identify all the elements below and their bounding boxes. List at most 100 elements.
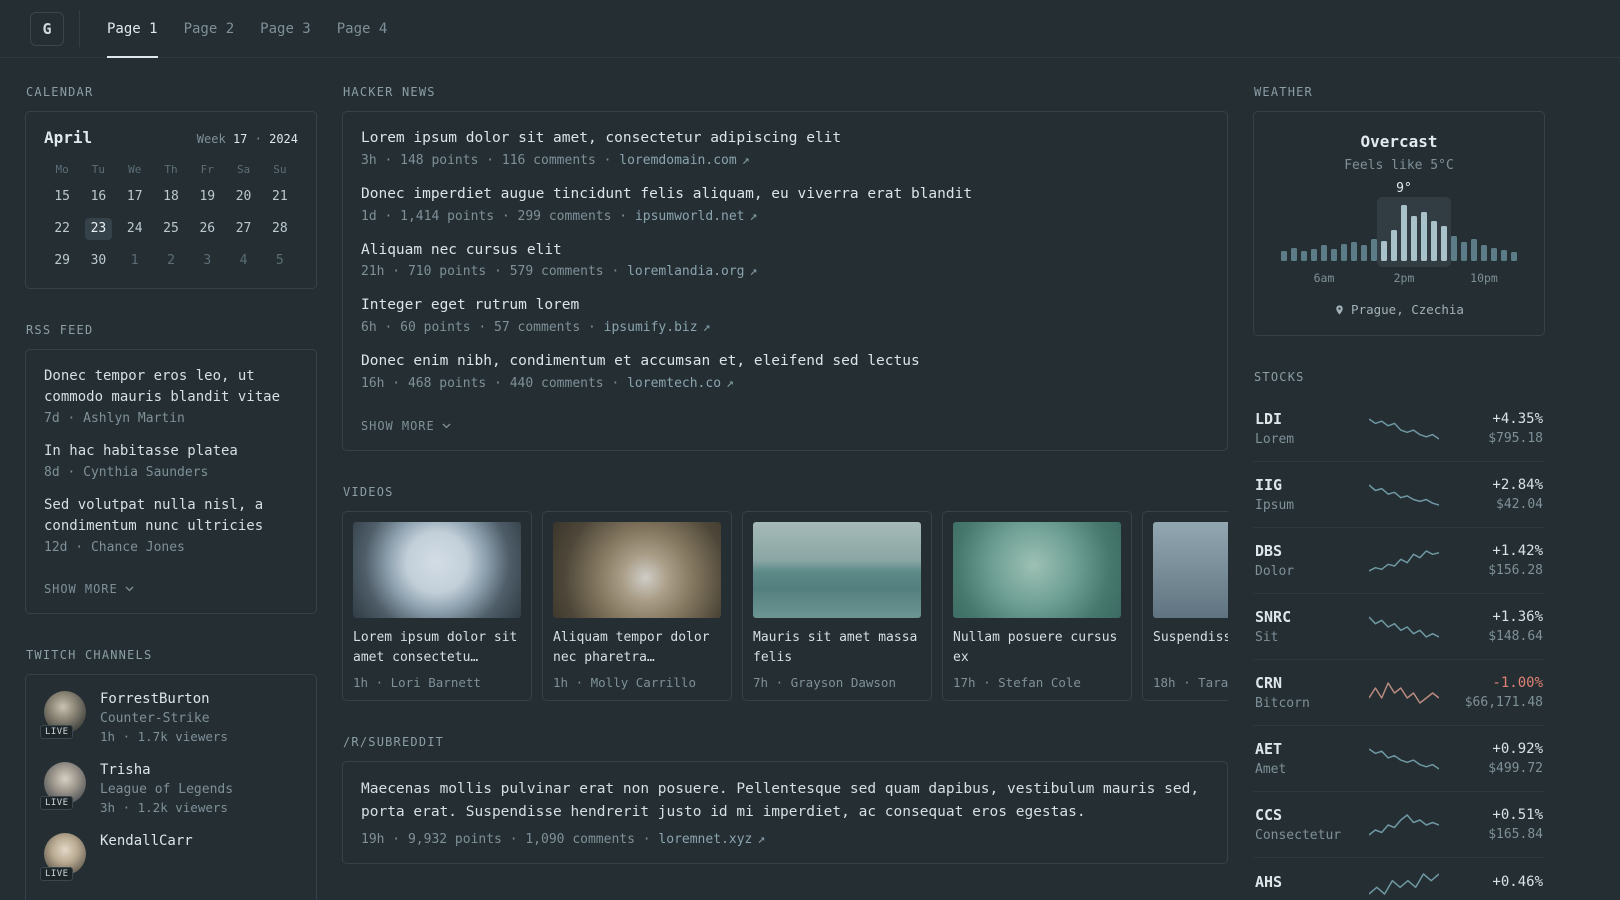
hn-item-title[interactable]: Lorem ipsum dolor sit amet, consectetur …: [361, 128, 1209, 150]
video-title[interactable]: Mauris sit amet massa felis: [753, 628, 921, 669]
weekday-label: Sa: [236, 163, 251, 176]
hn-domain-link[interactable]: ipsumify.biz ↗: [604, 320, 711, 335]
external-link-icon: ↗: [749, 208, 758, 224]
rss-item-title[interactable]: In hac habitasse platea: [44, 443, 238, 459]
tab-page-4[interactable]: Page 4: [324, 0, 401, 57]
calendar-section: CALENDAR April Week 17 · 2024 Mo Tu We T…: [25, 85, 317, 289]
stock-change: +4.35%: [1492, 411, 1543, 427]
twitch-channel[interactable]: LIVE KendallCarr: [40, 833, 298, 881]
stock-row[interactable]: IIG Ipsum +2.84% $42.04: [1253, 462, 1545, 528]
stock-ticker: CRN: [1255, 674, 1283, 692]
hn-item: Donec imperdiet augue tincidunt felis al…: [361, 184, 1209, 224]
hn-show-more-button[interactable]: SHOW MORE: [361, 419, 451, 433]
hn-item-title[interactable]: Integer eget rutrum lorem: [361, 295, 1209, 317]
stock-row[interactable]: AHS +0.46%: [1253, 858, 1545, 900]
video-thumbnail[interactable]: [553, 521, 721, 618]
app-logo[interactable]: G: [30, 11, 64, 46]
hn-item-meta: 3h · 148 points · 116 comments · loremdo…: [361, 152, 750, 168]
twitch-channel-name[interactable]: Trisha: [100, 762, 233, 778]
twitch-channel-name[interactable]: ForrestBurton: [100, 691, 228, 707]
middle-column: HACKER NEWS Lorem ipsum dolor sit amet, …: [342, 85, 1228, 900]
rss-item-title[interactable]: Sed volutpat nulla nisl, a condimentum n…: [44, 497, 263, 534]
rss-item-title[interactable]: Donec tempor eros leo, ut commodo mauris…: [44, 368, 280, 405]
video-title[interactable]: Suspendisse diam: [1153, 628, 1228, 669]
calendar-day-next-month: 1: [130, 253, 139, 268]
hn-item-title[interactable]: Donec imperdiet augue tincidunt felis al…: [361, 184, 1209, 206]
stock-row[interactable]: SNRC Sit +1.36% $148.64: [1253, 594, 1545, 660]
twitch-channel-name[interactable]: KendallCarr: [100, 833, 193, 849]
hn-item: Integer eget rutrum lorem 6h · 60 points…: [361, 295, 1209, 335]
video-card[interactable]: Aliquam tempor dolor nec pharetra… 1h · …: [542, 510, 732, 701]
tab-page-2[interactable]: Page 2: [171, 0, 248, 57]
stock-price: $165.84: [1488, 827, 1543, 842]
video-thumbnail[interactable]: [353, 521, 521, 618]
video-title[interactable]: Aliquam tempor dolor nec pharetra…: [553, 628, 721, 669]
twitch-channel[interactable]: LIVE Trisha League of Legends 3h · 1.2k …: [40, 762, 298, 815]
video-card[interactable]: Nullam posuere cursus ex 17h · Stefan Co…: [942, 510, 1132, 701]
hn-domain-link[interactable]: loremtech.co ↗: [627, 376, 734, 391]
weekday-label: We: [128, 163, 142, 176]
stock-sparkline: [1368, 549, 1440, 573]
calendar-card: April Week 17 · 2024 Mo Tu We Th Fr Sa S…: [25, 111, 317, 289]
stock-ticker: DBS: [1255, 542, 1283, 560]
calendar-day: 16: [90, 189, 107, 204]
twitch-channel-game: League of Legends: [100, 782, 234, 797]
external-link-icon: ↗: [757, 832, 766, 848]
calendar-day: 21: [272, 189, 288, 204]
tab-page-3[interactable]: Page 3: [247, 0, 324, 57]
tab-label: Page 1: [107, 20, 158, 37]
hn-domain-link[interactable]: loremlandia.org ↗: [627, 264, 757, 279]
weather-location: Prague, Czechia: [1272, 302, 1526, 317]
weekday-label: Fr: [200, 163, 214, 176]
weather-feels-like: Feels like 5°C: [1344, 158, 1454, 173]
hn-item-meta: 6h · 60 points · 57 comments · ipsumify.…: [361, 320, 711, 335]
subreddit-section-title: /R/SUBREDDIT: [343, 734, 445, 749]
stock-price: $42.04: [1496, 497, 1543, 512]
subreddit-domain-link[interactable]: loremnet.xyz ↗: [658, 832, 765, 847]
calendar-month: April: [44, 128, 93, 147]
stock-row[interactable]: DBS Dolor +1.42% $156.28: [1253, 528, 1545, 594]
stock-row[interactable]: CCS Consectetur +0.51% $165.84: [1253, 792, 1545, 858]
rss-show-more-button[interactable]: SHOW MORE: [44, 582, 134, 596]
calendar-day: 19: [199, 189, 216, 204]
video-title[interactable]: Lorem ipsum dolor sit amet consectetu…: [353, 628, 521, 669]
video-thumbnail[interactable]: [753, 521, 921, 618]
video-title[interactable]: Nullam posuere cursus ex: [953, 628, 1121, 669]
weather-chart: 9°: [1281, 181, 1517, 267]
tab-page-1[interactable]: Page 1: [94, 0, 171, 58]
hn-domain-link[interactable]: ipsumworld.net ↗: [635, 209, 757, 224]
twitch-channel[interactable]: LIVE ForrestBurton Counter-Strike 1h · 1…: [40, 691, 298, 744]
video-meta: 7h · Grayson Dawson: [753, 674, 896, 690]
calendar-day: 28: [272, 221, 288, 236]
video-thumbnail[interactable]: [1153, 521, 1228, 618]
video-card[interactable]: Lorem ipsum dolor sit amet consectetu… 1…: [342, 510, 532, 701]
video-meta: 18h · Tara: [1153, 674, 1228, 690]
rss-card: Donec tempor eros leo, ut commodo mauris…: [25, 349, 317, 614]
videos-section: VIDEOS Lorem ipsum dolor sit amet consec…: [342, 485, 1228, 701]
twitch-card: LIVE ForrestBurton Counter-Strike 1h · 1…: [25, 674, 317, 900]
calendar-day: 22: [54, 221, 70, 236]
hn-domain-link[interactable]: loremdomain.com ↗: [619, 153, 749, 168]
calendar-day: 27: [235, 221, 252, 236]
stock-change: +0.46%: [1492, 874, 1543, 890]
hn-item-title[interactable]: Donec enim nibh, condimentum et accumsan…: [361, 351, 1209, 373]
subreddit-post-text[interactable]: Maecenas mollis pulvinar erat non posuer…: [361, 781, 1199, 820]
hn-item: Lorem ipsum dolor sit amet, consectetur …: [361, 128, 1209, 168]
stock-row[interactable]: CRN Bitcorn -1.00% $66,171.48: [1253, 660, 1545, 726]
stock-price: $66,171.48: [1464, 695, 1543, 710]
logo-container: G: [30, 10, 80, 47]
video-card[interactable]: Mauris sit amet massa felis 7h · Grayson…: [742, 510, 932, 701]
subreddit-card: Maecenas mollis pulvinar erat non posuer…: [342, 760, 1228, 865]
twitch-channel-info: Trisha League of Legends 3h · 1.2k viewe…: [100, 762, 233, 815]
twitch-channel-meta: 1h · 1.7k viewers: [100, 729, 228, 744]
video-carousel[interactable]: Lorem ipsum dolor sit amet consectetu… 1…: [342, 510, 1228, 701]
stock-change: +0.92%: [1492, 741, 1543, 757]
weather-section-title: WEATHER: [1254, 85, 1313, 99]
video-thumbnail[interactable]: [953, 521, 1121, 618]
stock-row[interactable]: LDI Lorem +4.35% $795.18: [1253, 396, 1545, 462]
video-card[interactable]: Suspendisse diam 18h · Tara: [1142, 510, 1228, 701]
weather-section: WEATHER Overcast Feels like 5°C 9° 6am 2p…: [1253, 85, 1545, 336]
weekday-label: Su: [273, 163, 287, 176]
hn-item-title[interactable]: Aliquam nec cursus elit: [361, 240, 1209, 262]
stock-row[interactable]: AET Amet +0.92% $499.72: [1253, 726, 1545, 792]
